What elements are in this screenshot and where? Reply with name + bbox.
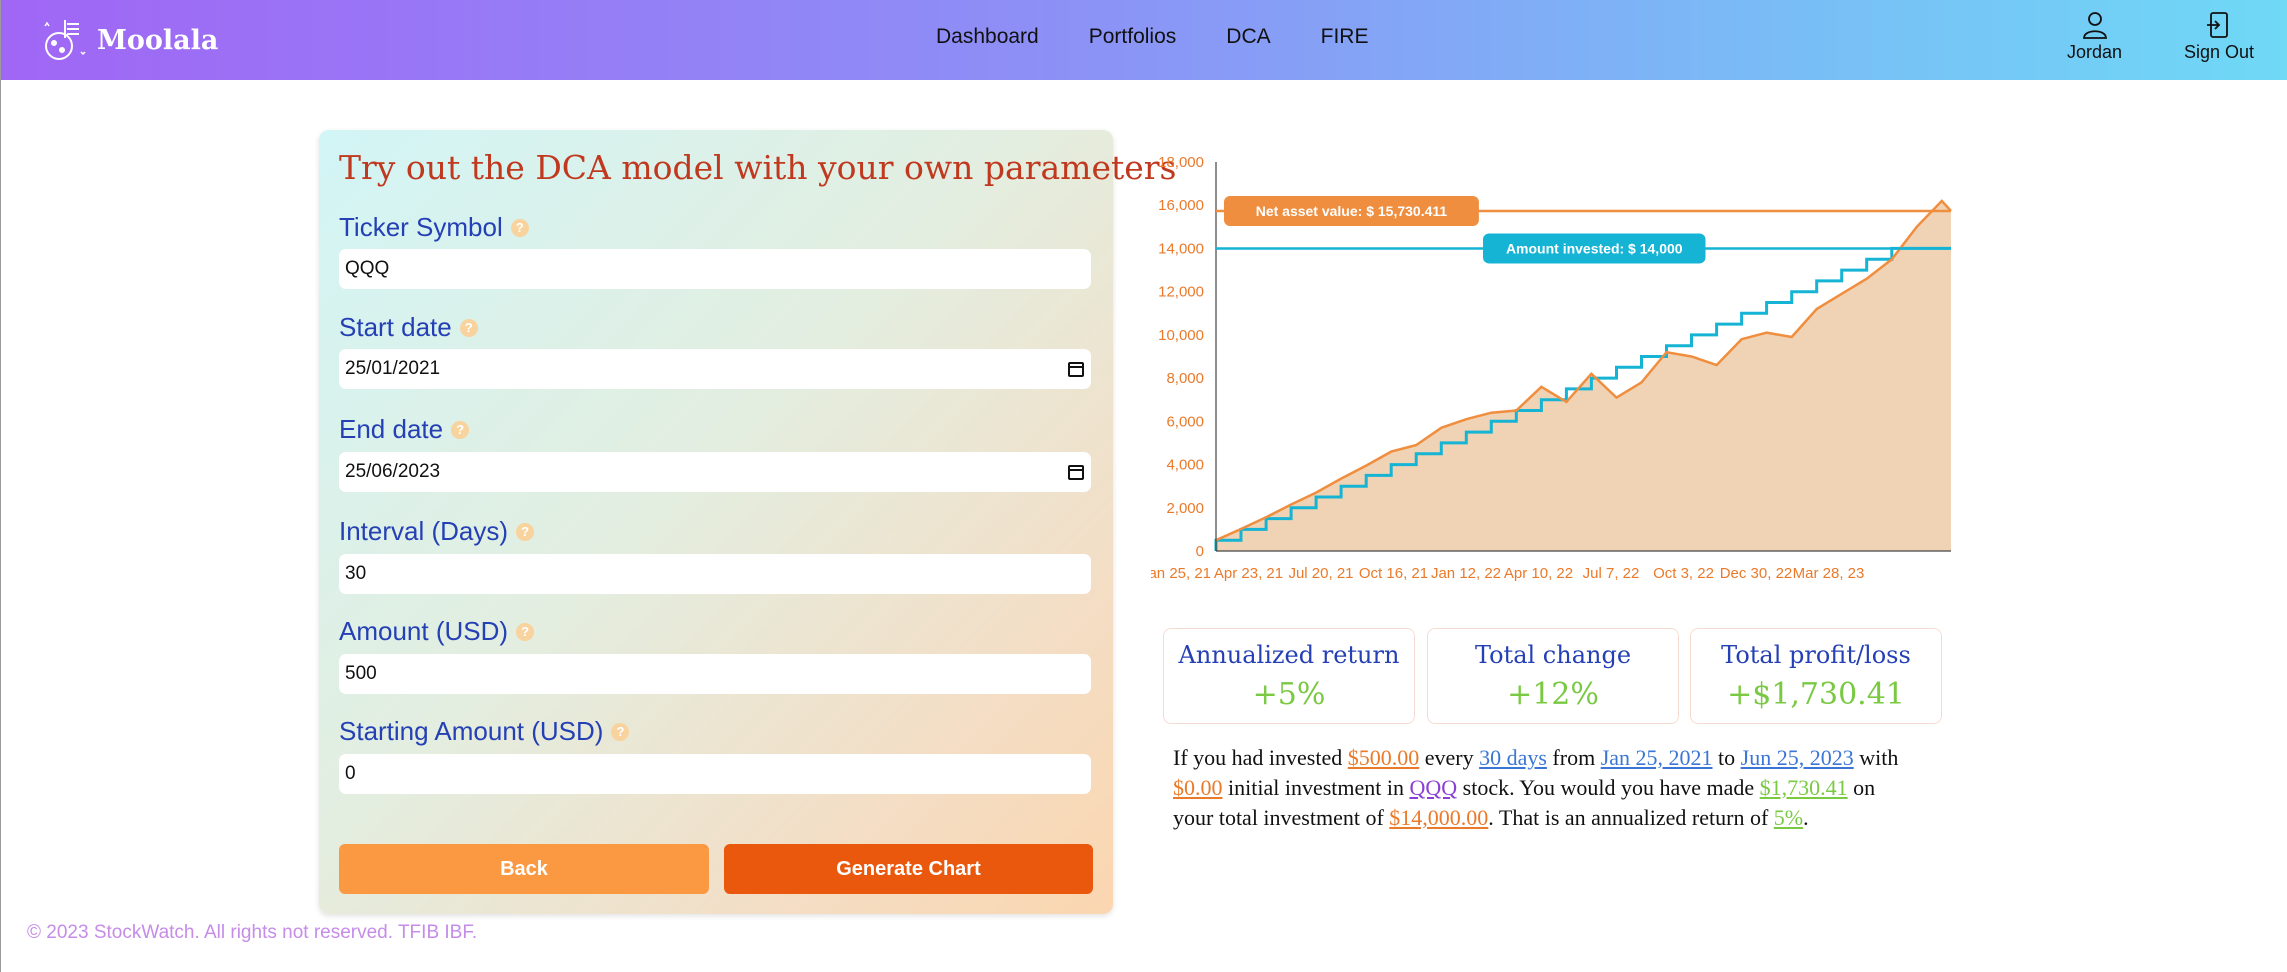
reference-label: Amount invested: $ 14,000 (1483, 233, 1706, 264)
amount-input[interactable]: 500 (339, 654, 1091, 694)
nav-fire[interactable]: FIRE (1321, 25, 1369, 49)
reference-label-text: Net asset value: $ 15,730.411 (1256, 203, 1448, 219)
stat-value: +5% (1252, 677, 1326, 712)
brand-logo[interactable]: Moolala (41, 16, 218, 64)
ticker-label: Ticker Symbol ? (339, 212, 529, 243)
footer-copyright: © 2023 StockWatch. All rights not reserv… (27, 922, 478, 943)
y-tick-label: 8,000 (1166, 370, 1204, 387)
summary-ticker-link[interactable]: QQQ (1409, 775, 1457, 800)
ticker-input[interactable]: QQQ (339, 249, 1091, 289)
starting-amount-label: Starting Amount (USD) ? (339, 716, 630, 747)
y-tick-label: 2,000 (1166, 500, 1204, 517)
summary-interval-link[interactable]: 30 days (1479, 745, 1547, 770)
x-tick-label: Dec 30, 22 (1720, 565, 1793, 582)
start-date-input[interactable]: 25/01/2021 (339, 349, 1091, 389)
end-date-label: End date ? (339, 414, 470, 445)
calendar-icon[interactable] (1067, 360, 1085, 378)
summary-profit-link[interactable]: $1,730.41 (1760, 775, 1848, 800)
main-nav: Dashboard Portfolios DCA FIRE (936, 25, 1418, 49)
calendar-icon[interactable] (1067, 463, 1085, 481)
stat-label: Annualized return (1178, 641, 1400, 669)
help-icon[interactable]: ? (451, 420, 470, 439)
x-tick-label: Apr 23, 21 (1214, 565, 1283, 582)
y-tick-label: 14,000 (1158, 240, 1204, 257)
stat-value: +$1,730.41 (1727, 677, 1905, 712)
moolala-logo-icon (44, 20, 86, 60)
x-tick-label: Oct 16, 21 (1359, 565, 1428, 582)
nav-portfolios[interactable]: Portfolios (1089, 25, 1177, 49)
nav-dca[interactable]: DCA (1226, 25, 1270, 49)
y-tick-label: 0 (1196, 543, 1204, 560)
y-tick-label: 10,000 (1158, 327, 1204, 344)
amount-label: Amount (USD) ? (339, 616, 535, 647)
sign-out-button[interactable]: Sign Out (2184, 10, 2254, 63)
help-icon[interactable]: ? (459, 318, 478, 337)
x-tick-label: Jan 12, 22 (1431, 565, 1501, 582)
summary-initial-link[interactable]: $0.00 (1173, 775, 1223, 800)
stat-value: +12% (1507, 677, 1599, 712)
x-tick-label: Oct 3, 22 (1653, 565, 1714, 582)
y-tick-label: 4,000 (1166, 457, 1204, 474)
summary-amount-link[interactable]: $500.00 (1348, 745, 1420, 770)
x-tick-label: Jul 20, 21 (1288, 565, 1353, 582)
reference-label: Net asset value: $ 15,730.411 (1224, 196, 1479, 227)
y-tick-label: 12,000 (1158, 284, 1204, 301)
help-icon[interactable]: ? (611, 722, 630, 741)
help-icon[interactable]: ? (516, 622, 535, 641)
end-date-input[interactable]: 25/06/2023 (339, 452, 1091, 492)
reference-label-text: Amount invested: $ 14,000 (1506, 240, 1683, 256)
x-tick-label: Jul 7, 22 (1583, 565, 1640, 582)
sign-out-label: Sign Out (2184, 42, 2255, 62)
stat-label: Total profit/loss (1721, 641, 1911, 669)
x-tick-label: Mar 28, 23 (1793, 565, 1865, 582)
nav-dashboard[interactable]: Dashboard (936, 25, 1039, 49)
y-tick-label: 6,000 (1166, 413, 1204, 430)
generate-chart-button[interactable]: Generate Chart (724, 844, 1093, 894)
y-tick-label: 16,000 (1158, 197, 1204, 214)
summary-start-link[interactable]: Jan 25, 2021 (1601, 745, 1713, 770)
starting-amount-input[interactable]: 0 (339, 754, 1091, 794)
user-profile-button[interactable]: Jordan (2067, 10, 2122, 63)
dca-summary-text: If you had invested $500.00 every 30 day… (1173, 745, 1899, 830)
top-navbar: Moolala Dashboard Portfolios DCA FIRE Jo… (1, 0, 2287, 80)
help-icon[interactable]: ? (516, 522, 535, 541)
form-title: Try out the DCA model with your own para… (339, 148, 1177, 187)
back-button[interactable]: Back (339, 844, 709, 894)
summary-end-link[interactable]: Jun 25, 2023 (1741, 745, 1854, 770)
user-icon (2082, 12, 2107, 39)
sign-out-icon (2207, 12, 2228, 38)
x-tick-label: Apr 10, 22 (1504, 565, 1573, 582)
stat-total-change: Total change +12% (1427, 628, 1679, 724)
help-icon[interactable]: ? (510, 218, 529, 237)
summary-total-link[interactable]: $14,000.00 (1389, 805, 1488, 830)
dca-form-card: Try out the DCA model with your own para… (319, 130, 1176, 914)
start-date-label: Start date ? (339, 312, 478, 343)
interval-input[interactable]: 30 (339, 554, 1091, 594)
stat-annualized-return: Annualized return +5% (1163, 628, 1415, 724)
stat-label: Total change (1474, 641, 1632, 669)
user-name: Jordan (2067, 42, 2123, 62)
interval-label: Interval (Days) ? (339, 516, 535, 547)
summary-rate-link[interactable]: 5% (1774, 805, 1803, 830)
brand-name: Moolala (97, 24, 219, 56)
dca-chart: 0 2,000 4,000 6,000 8,000 10,000 12,000 14,000 1… (1151, 154, 1952, 582)
x-tick-label: Jan 25, 21 (1151, 565, 1211, 582)
stat-total-profit-loss: Total profit/loss +$1,730.41 (1690, 628, 1942, 724)
y-tick-label: 18,000 (1158, 154, 1204, 171)
